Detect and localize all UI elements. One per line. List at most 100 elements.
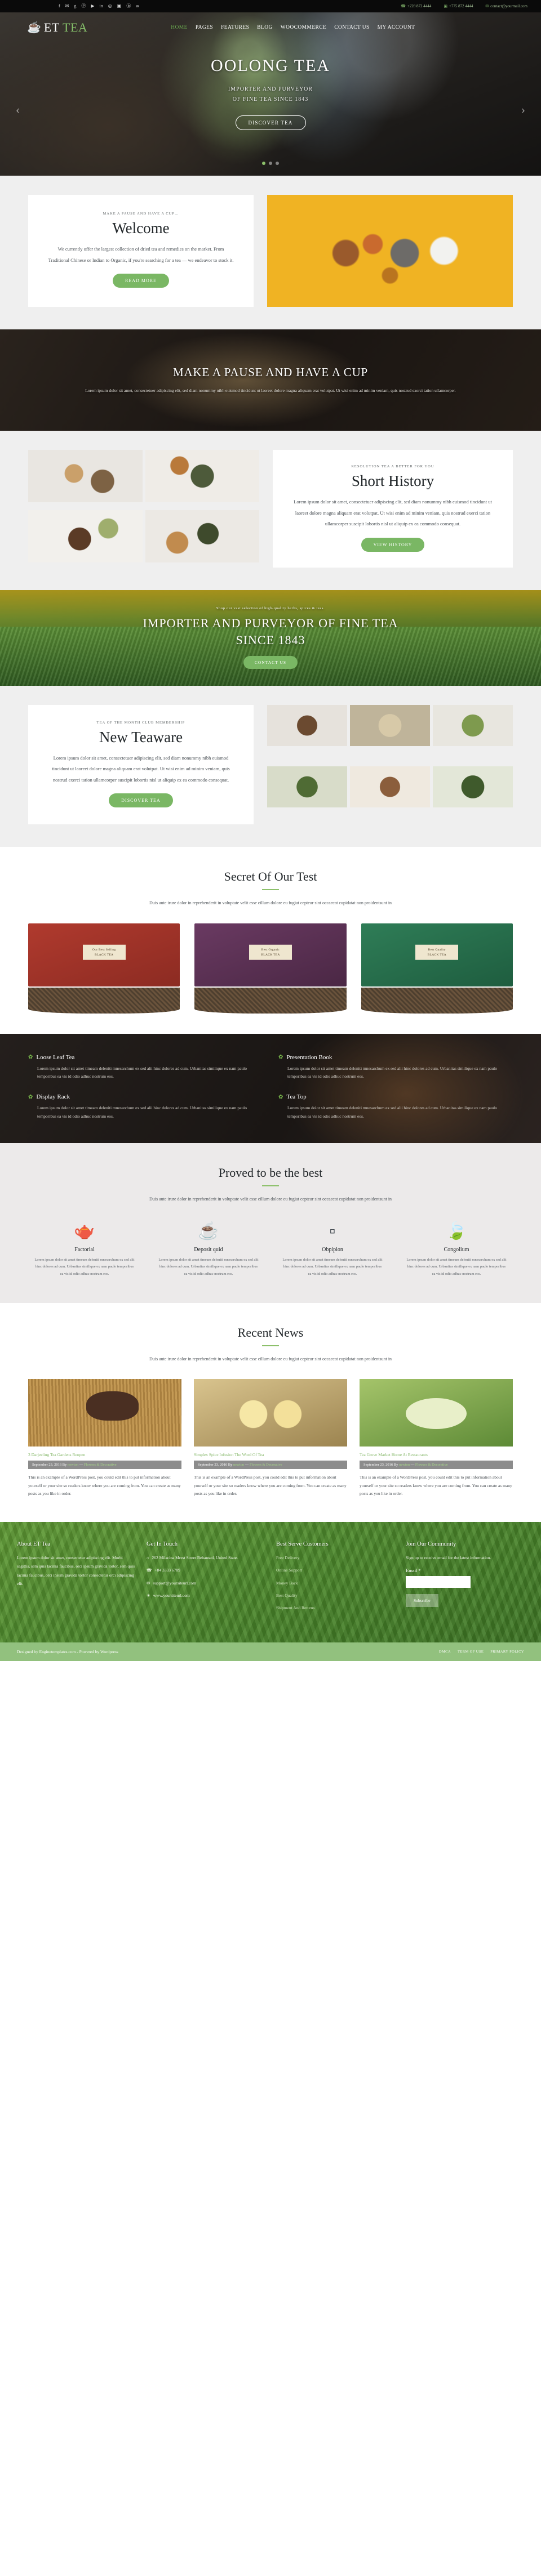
news-lead: Duis aute irure dolor in reprehenderit i… — [149, 1356, 392, 1361]
welcome-eyebrow: MAKE A PAUSE AND HAVE A CUP… — [103, 212, 179, 216]
google-plus-icon[interactable]: g — [74, 4, 76, 8]
dribbble-icon[interactable]: ⓑ — [126, 4, 131, 8]
post-author-link[interactable]: newton — [233, 1463, 244, 1467]
email-link[interactable]: ✉ contact@yourmail.com — [485, 4, 527, 8]
proved-item-text: Lorem ipsum dolor sit amet timeam deleni… — [34, 1257, 135, 1276]
linkedin-icon[interactable]: in — [100, 4, 103, 8]
nav-item-blog[interactable]: BLOG — [257, 25, 272, 30]
post-thumbnail[interactable] — [360, 1379, 513, 1447]
footer-link[interactable]: Shipment And Returns — [276, 1604, 394, 1612]
teaware-gallery — [267, 704, 513, 825]
view-history-button[interactable]: VIEW HISTORY — [361, 537, 425, 552]
main-navigation[interactable]: HOME PAGES FEATURES BLOG WOOCOMMERCE CONTACT … — [171, 25, 415, 30]
history-section: RESOLUTION TEA A BETTER FOR YOU Short Hi… — [0, 431, 541, 590]
teaware-image-1 — [267, 704, 347, 746]
read-more-button[interactable]: READ MORE — [113, 274, 169, 288]
hero-content: OOLONG TEA IMPORTER AND PURVEYOR OF FINE … — [0, 35, 541, 130]
teaware-image-4 — [267, 766, 347, 807]
post-category-link[interactable]: Flowers & Decorative — [415, 1463, 448, 1467]
nav-item-home[interactable]: HOME — [171, 25, 188, 30]
footer-community-title: Join Our Community — [406, 1541, 456, 1547]
post-excerpt: This is an example of a WordPress post, … — [28, 1475, 181, 1497]
tea-leaves-image — [28, 987, 180, 1014]
phone-primary[interactable]: ☎ +228 872 4444 — [401, 4, 431, 8]
flickr-icon[interactable]: ▣ — [117, 4, 122, 8]
vk-icon[interactable]: ж — [136, 4, 139, 8]
post-thumbnail[interactable] — [194, 1379, 347, 1447]
footer-email[interactable]: ✉ support@yoursiteurl.com — [147, 1579, 265, 1587]
site-logo[interactable]: ☕ ET TEA — [27, 20, 87, 35]
post-title-link[interactable]: Tea Grove Market Home At Restaurants — [360, 1452, 513, 1457]
bottom-link-dmca[interactable]: DMCA — [439, 1650, 451, 1654]
proved-item-title: Deposit quid — [194, 1246, 223, 1253]
slider-next-arrow[interactable]: › — [521, 102, 525, 117]
footer-serve-links[interactable]: Free Delivery Online Support Money Back Bes… — [276, 1553, 394, 1613]
proved-item-title: Factorial — [74, 1246, 95, 1253]
feature-title: Loose Leaf Tea — [36, 1053, 75, 1061]
post-title-link[interactable]: 3 Darjeeling Tea Gardens Reopen — [28, 1452, 181, 1457]
product-label: Our Best Selling BLACK TEA — [82, 945, 126, 960]
subscribe-button[interactable]: Subscribe — [406, 1594, 438, 1608]
post-author-link[interactable]: newton — [399, 1463, 410, 1467]
slider-dot-1[interactable] — [262, 162, 265, 165]
instagram-icon[interactable]: ◎ — [108, 4, 112, 8]
discover-tea-button-2[interactable]: DISCOVER TEA — [109, 793, 173, 808]
logo-word-2: TEA — [63, 20, 88, 34]
nav-item-features[interactable]: FEATURES — [221, 25, 249, 30]
title-divider-3 — [262, 1345, 279, 1346]
history-card: RESOLUTION TEA A BETTER FOR YOU Short Hi… — [273, 450, 513, 568]
footer-contact: Get In Touch ⌂ 262 Milacina Mrest Street … — [147, 1541, 265, 1617]
footer-link[interactable]: Best Quality — [276, 1591, 394, 1600]
youtube-icon[interactable]: ▶ — [91, 4, 94, 8]
contact-us-button[interactable]: CONTACT US — [243, 656, 298, 669]
teaware-image-6 — [433, 766, 513, 807]
discover-tea-button[interactable]: DISCOVER TEA — [235, 115, 306, 130]
nav-item-pages[interactable]: PAGES — [196, 25, 213, 30]
footer-bottom-links[interactable]: DMCA TERM OF USE PRIMARY POLICY — [439, 1650, 524, 1654]
news-post: Simplex Spice Infusion The Word Of Tea Se… — [194, 1379, 347, 1498]
slider-dot-2[interactable] — [269, 162, 272, 165]
product-card[interactable]: Best Quality BLACK TEA — [361, 923, 513, 1014]
twitter-icon[interactable]: ✉ — [65, 4, 69, 8]
proved-item: ☕ Deposit quid Lorem ipsum dolor sit amet … — [152, 1220, 265, 1278]
footer-link[interactable]: Online Support — [276, 1566, 394, 1574]
post-author-link[interactable]: newton — [68, 1463, 78, 1467]
slider-prev-arrow[interactable]: ‹ — [16, 102, 20, 117]
footer-website[interactable]: ☀ www.yoursiteurl.com — [147, 1591, 265, 1600]
post-category-link[interactable]: Flowers & Decorative — [250, 1463, 282, 1467]
hero-subtitle: IMPORTER AND PURVEYOR OF FINE TEA SINCE 1… — [228, 86, 313, 102]
post-title-link[interactable]: Simplex Spice Infusion The Word Of Tea — [194, 1452, 347, 1457]
pinterest-icon[interactable]: Ⓟ — [81, 4, 86, 8]
leaf-icon: ✿ — [28, 1054, 33, 1061]
facebook-icon[interactable]: f — [59, 4, 60, 8]
footer-link[interactable]: Free Delivery — [276, 1553, 394, 1562]
top-bar: f ✉ g Ⓟ ▶ in ◎ ▣ ⓑ ж ☎ +228 872 4444 ▣ +775 872 444… — [0, 0, 541, 12]
nav-item-my-account[interactable]: MY ACCOUNT — [378, 25, 415, 30]
footer-phone[interactable]: ☎ +84 3333 6789 — [147, 1566, 265, 1574]
post-meta: September 23, 2016 By newton — Flowers &… — [194, 1461, 347, 1470]
product-card[interactable]: Our Best Selling BLACK TEA — [28, 923, 180, 1014]
footer-about: About ET Tea Lorem ipsum dolor sit amet,… — [17, 1541, 135, 1617]
post-category-link[interactable]: Flowers & Decorative — [84, 1463, 117, 1467]
bottom-link-term-of-use[interactable]: TERM OF USE — [458, 1650, 484, 1654]
nav-item-woocommerce[interactable]: WOOCOMMERCE — [281, 25, 326, 30]
gallery-image-4 — [145, 510, 259, 562]
post-excerpt: This is an example of a WordPress post, … — [360, 1475, 512, 1497]
product-card[interactable]: Best Organic BLACK TEA — [194, 923, 347, 1014]
proved-item-text: Lorem ipsum dolor sit amet timeam deleni… — [282, 1257, 383, 1276]
teacup-logo-icon: ☕ — [27, 21, 41, 34]
bottom-link-primary-policy[interactable]: PRIMARY POLICY — [490, 1650, 524, 1654]
slider-dots[interactable] — [0, 158, 541, 168]
slider-dot-3[interactable] — [276, 162, 279, 165]
footer-link[interactable]: Money Back — [276, 1579, 394, 1587]
teaware-image-5 — [350, 766, 430, 807]
footer-about-title: About ET Tea — [17, 1541, 50, 1547]
phone-secondary[interactable]: ▣ +775 872 4444 — [444, 4, 473, 8]
footer-community-text: Sign up to receive email for the latest … — [406, 1555, 491, 1560]
post-thumbnail[interactable] — [28, 1379, 181, 1447]
product-list: Our Best Selling BLACK TEA Best Organic BLA… — [28, 923, 513, 1014]
newsletter-email-input[interactable] — [406, 1576, 471, 1588]
features-section: ✿ Loose Leaf Tea Lorem ipsum dolor sit ame… — [0, 1034, 541, 1144]
nav-item-contact-us[interactable]: CONTACT US — [334, 25, 369, 30]
footer-about-text: Lorem ipsum dolor sit amet, consectetur … — [17, 1555, 135, 1587]
